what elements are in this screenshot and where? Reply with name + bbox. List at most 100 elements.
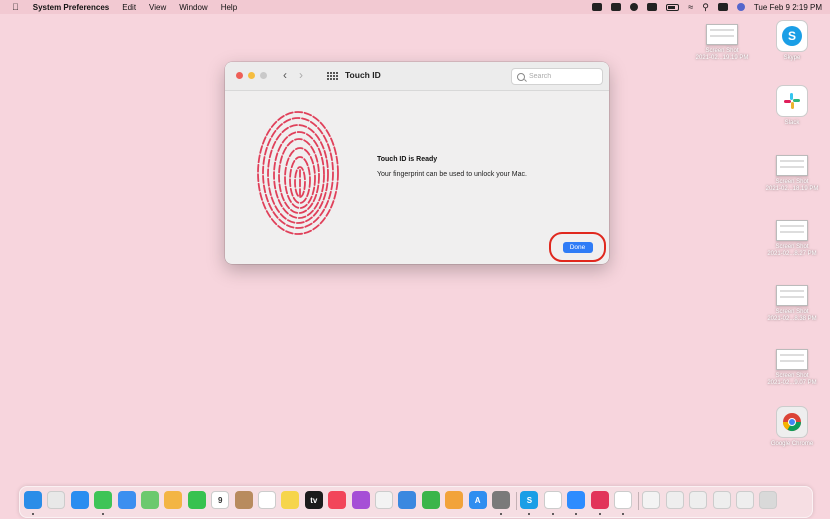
dock-separator <box>638 492 640 510</box>
skype-icon[interactable]: S <box>520 491 539 509</box>
tv-icon[interactable]: tv <box>304 491 323 509</box>
screenshot-thumbnail-icon <box>776 220 808 241</box>
touch-id-ready-message: Your fingerprint can be used to unlock y… <box>377 171 527 178</box>
screenshot-thumbnail-icon <box>706 24 738 45</box>
menu-clock[interactable]: Tue Feb 9 2:19 PM <box>754 3 822 12</box>
fingerprint-icon <box>257 111 339 235</box>
notes-icon[interactable] <box>281 491 300 509</box>
screenshot-stack-icon[interactable] <box>736 491 754 509</box>
running-indicator <box>551 513 554 515</box>
close-window-button[interactable] <box>236 72 243 79</box>
running-indicator <box>622 513 624 515</box>
window-title: Touch ID <box>345 70 381 80</box>
search-field[interactable] <box>511 68 603 85</box>
menu-app-name[interactable]: System Preferences <box>33 3 110 12</box>
minimize-window-button[interactable] <box>248 72 255 79</box>
siri-icon[interactable] <box>736 3 745 11</box>
zoom-icon[interactable] <box>567 491 586 509</box>
chrome-icon[interactable] <box>614 491 632 509</box>
running-indicator <box>575 513 578 515</box>
dock: 9 tv A S <box>19 486 813 518</box>
status-app-icon[interactable] <box>592 3 603 11</box>
menu-edit[interactable]: Edit <box>122 3 136 12</box>
done-highlight-ring: Done <box>549 232 606 262</box>
news-icon[interactable] <box>375 491 393 509</box>
music-icon[interactable] <box>328 491 347 509</box>
desktop-chrome[interactable]: Google Chrome <box>761 406 823 448</box>
maps-icon[interactable] <box>141 491 159 509</box>
screenshot-thumbnail-icon <box>776 155 808 176</box>
slack-icon[interactable] <box>543 491 562 509</box>
system-preferences-icon[interactable] <box>492 491 510 509</box>
magnifier-icon <box>517 72 525 81</box>
desktop-item-label: Screen Shot 2021-02...9.07 PM <box>767 373 817 386</box>
battery-icon[interactable] <box>666 3 680 11</box>
running-indicator <box>528 513 531 515</box>
apple-menu-icon[interactable]:  <box>12 2 19 12</box>
running-indicator <box>500 513 502 515</box>
reminders-icon[interactable] <box>258 491 276 509</box>
done-button[interactable]: Done <box>562 241 593 253</box>
search-icon[interactable]: ⚲ <box>702 2 709 13</box>
dock-separator <box>516 492 518 510</box>
screenshot-stack-icon[interactable] <box>665 491 684 509</box>
running-indicator <box>32 513 34 515</box>
desktop-screenshot[interactable]: Screen Shot 2021-02...8.27 PM <box>761 220 823 258</box>
airmail-icon[interactable] <box>590 491 609 509</box>
touch-id-window: ‹ › Touch ID Touch ID is Ready Your fing… <box>225 62 609 264</box>
desktop-screenshot[interactable]: Screen Shot 2021-02...9.07 PM <box>761 349 823 387</box>
menu-view[interactable]: View <box>149 3 166 12</box>
pages-icon[interactable] <box>445 491 464 509</box>
desktop-item-label: Screen Shot 2021-02...19.19 PM <box>695 48 749 61</box>
running-indicator <box>102 513 105 515</box>
chrome-icon <box>776 406 808 438</box>
safari-icon[interactable] <box>70 491 89 509</box>
screenshot-thumbnail-icon <box>776 349 808 370</box>
menu-help[interactable]: Help <box>221 3 237 12</box>
back-chevron-icon[interactable]: ‹ <box>283 68 287 82</box>
slack-icon <box>776 85 808 117</box>
launchpad-icon[interactable] <box>47 491 66 509</box>
numbers-icon[interactable] <box>421 491 440 509</box>
wifi-icon[interactable]: ≈ <box>688 2 693 12</box>
mail-icon[interactable] <box>117 491 136 509</box>
desktop-item-label: Slack <box>784 120 800 126</box>
menu-bar:  System Preferences Edit View Window He… <box>0 0 830 14</box>
desktop-item-label: Google Chrome <box>770 441 814 447</box>
document-icon[interactable] <box>642 491 661 509</box>
keynote-icon[interactable] <box>398 491 417 509</box>
menu-window[interactable]: Window <box>179 3 207 12</box>
messages-icon[interactable] <box>94 491 113 509</box>
desktop-screenshot[interactable]: Screen Shot 2021-02...8.38 PM <box>761 285 823 323</box>
calendar-icon[interactable]: 9 <box>211 491 230 509</box>
window-titlebar: ‹ › Touch ID <box>225 62 609 91</box>
app-store-icon[interactable]: A <box>468 491 487 509</box>
desktop-screenshot[interactable]: Screen Shot 2021-02...19.19 PM <box>691 24 753 62</box>
running-indicator <box>598 513 601 515</box>
photos-icon[interactable] <box>164 491 183 509</box>
desktop-item-label: Screen Shot 2021-02...8.38 PM <box>767 309 817 322</box>
desktop-item-label: Screen Shot 2021-02...18.19 PM <box>765 179 819 192</box>
status-app-icon[interactable] <box>630 3 639 11</box>
screenshot-thumbnail-icon <box>776 285 808 306</box>
podcasts-icon[interactable] <box>351 491 370 509</box>
skype-icon: S <box>776 20 808 52</box>
contacts-icon[interactable] <box>234 491 253 509</box>
desktop-item-label: Skype <box>783 55 801 61</box>
status-app-icon[interactable] <box>611 3 622 11</box>
desktop-skype[interactable]: S Skype <box>761 20 823 62</box>
touch-id-ready-title: Touch ID is Ready <box>377 156 438 163</box>
search-input[interactable] <box>529 73 589 80</box>
screenshot-stack-icon[interactable] <box>689 491 708 509</box>
show-all-grid-icon[interactable] <box>327 72 338 80</box>
facetime-icon[interactable] <box>187 491 206 509</box>
trash-icon[interactable] <box>759 491 778 509</box>
forward-chevron-icon[interactable]: › <box>299 68 303 82</box>
desktop-slack[interactable]: Slack <box>761 85 823 127</box>
desktop-screenshot[interactable]: Screen Shot 2021-02...18.19 PM <box>761 155 823 193</box>
zoom-window-button[interactable] <box>260 72 267 79</box>
screenshot-stack-icon[interactable] <box>712 491 731 509</box>
status-app-icon[interactable] <box>647 3 658 11</box>
control-center-icon[interactable] <box>717 3 728 11</box>
finder-icon[interactable] <box>24 491 42 509</box>
